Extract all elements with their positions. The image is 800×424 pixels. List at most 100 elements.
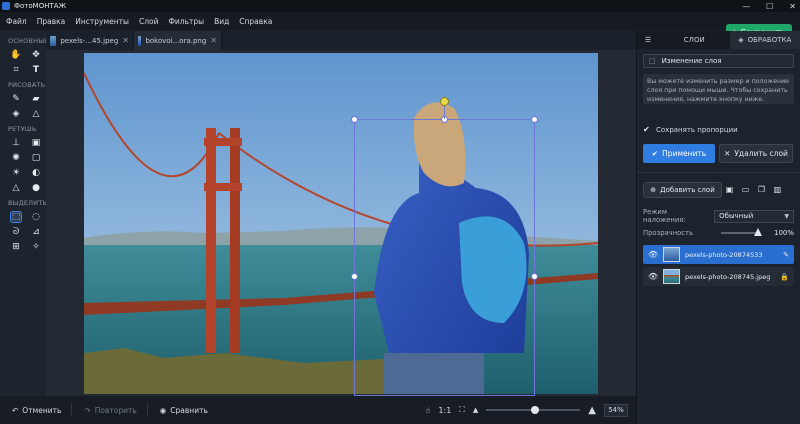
trash-icon[interactable]: ▥ bbox=[773, 184, 782, 195]
blend-mode-row: Режим наложения: Обычный ▼ bbox=[643, 208, 794, 224]
tool-panel: ОСНОВНЫЕ ✋ ✥ ⌗ T РИСОВАТЬ ✎ ▰ ◈ △ РЕТУШЬ… bbox=[0, 31, 48, 396]
polygon-lasso-icon[interactable]: ⊿ bbox=[31, 227, 41, 237]
menu-edit[interactable]: Правка bbox=[37, 17, 66, 26]
folder-icon[interactable]: ▭ bbox=[741, 184, 750, 195]
zoom-slider[interactable] bbox=[486, 406, 581, 414]
patch-tool-icon[interactable]: ▣ bbox=[31, 138, 41, 148]
tab-processing[interactable]: ◈ ОБРАБОТКА bbox=[729, 31, 800, 49]
eye-compare-icon: ◉ bbox=[159, 405, 167, 415]
lock-icon[interactable]: 🔒 bbox=[780, 273, 789, 281]
zoom-in-icon[interactable]: ▲ bbox=[588, 405, 596, 416]
edit-icon[interactable]: ✎ bbox=[783, 251, 789, 259]
change-layer-chip: ⬚ Изменение слоя bbox=[643, 54, 794, 68]
tab-layers[interactable]: СЛОИ bbox=[659, 31, 730, 49]
lasso-icon[interactable]: ᘐ bbox=[11, 227, 21, 237]
apply-label: Применить bbox=[662, 149, 707, 158]
rotation-line bbox=[444, 104, 445, 119]
text-tool-icon[interactable]: T bbox=[31, 65, 41, 75]
minimize-button[interactable]: — bbox=[742, 2, 750, 11]
fit-screen-icon[interactable]: ⛶ bbox=[459, 405, 465, 415]
opacity-slider-knob[interactable] bbox=[753, 228, 762, 236]
crop-tool-icon[interactable]: ⌗ bbox=[11, 65, 21, 75]
zoom-out-icon[interactable]: ▲ bbox=[473, 406, 478, 414]
contrast-tool-icon[interactable]: ◐ bbox=[31, 168, 41, 178]
blur-tool-icon[interactable]: ✺ bbox=[11, 153, 21, 163]
zoom-value[interactable]: 54% bbox=[604, 403, 628, 417]
menu-help[interactable]: Справка bbox=[239, 17, 272, 26]
layer-thumbnail bbox=[663, 269, 680, 284]
layer-name: pexels-photo-208745.jpeg bbox=[685, 272, 771, 281]
sun-tool-icon[interactable]: ☀ bbox=[11, 168, 21, 178]
doc-tab-1[interactable]: pexels-...45.jpeg ✕ bbox=[46, 31, 134, 50]
drop-tool-icon[interactable]: ● bbox=[31, 183, 41, 193]
compare-button[interactable]: ◉ Сравнить bbox=[160, 406, 208, 415]
close-tab-icon[interactable]: ✕ bbox=[122, 36, 129, 45]
zoom-slider-knob[interactable] bbox=[530, 406, 539, 414]
close-tab-icon[interactable]: ✕ bbox=[210, 36, 217, 45]
keep-proportions-checkbox[interactable]: ✔ Сохранять пропорции bbox=[643, 126, 738, 135]
blend-value: Обычный bbox=[719, 212, 754, 220]
transform-handle-tr[interactable] bbox=[531, 116, 538, 123]
opacity-row: Прозрачность 100% bbox=[643, 227, 794, 239]
doc-tab-label: pexels-...45.jpeg bbox=[60, 36, 119, 45]
shapes-tool-icon[interactable]: △ bbox=[31, 109, 41, 119]
brush-tool-icon[interactable]: ✎ bbox=[11, 94, 21, 104]
doc-tab-label: bokovoi...ora.png bbox=[145, 36, 207, 45]
transform-handle-ml[interactable] bbox=[351, 273, 358, 280]
layer-item[interactable]: 👁 pexels-photo-208745.jpeg 🔒 bbox=[643, 267, 794, 286]
redo-button[interactable]: ↷ Повторить bbox=[84, 406, 136, 415]
close-window-button[interactable]: ✕ bbox=[789, 2, 796, 11]
keep-proportions-label: Сохранять пропорции bbox=[656, 126, 738, 134]
opacity-slider[interactable] bbox=[721, 228, 762, 236]
hand-tool-icon[interactable]: ✋ bbox=[10, 50, 21, 60]
layer-image-icon[interactable]: ▣ bbox=[725, 184, 734, 195]
transform-handle-mr[interactable] bbox=[531, 273, 538, 280]
fill-tool-icon[interactable]: ◈ bbox=[11, 109, 21, 119]
transform-handle-tl[interactable] bbox=[351, 116, 358, 123]
menu-tools[interactable]: Инструменты bbox=[75, 17, 129, 26]
transform-box[interactable] bbox=[354, 119, 535, 396]
bridge-tower-beam-mid bbox=[204, 183, 242, 191]
x-icon: ✕ bbox=[724, 149, 731, 158]
move-tool-icon[interactable]: ✥ bbox=[31, 50, 41, 60]
change-layer-label: Изменение слоя bbox=[661, 57, 722, 65]
maximize-button[interactable]: ☐ bbox=[766, 2, 773, 11]
magic-select-icon[interactable]: ⊞ bbox=[11, 242, 21, 252]
compare-label: Сравнить bbox=[170, 405, 208, 415]
zoom-controls: ☝ 1:1 ⛶ ▲ ▲ 54% bbox=[426, 403, 628, 417]
eye-icon[interactable]: 👁 bbox=[648, 250, 658, 259]
magic-wand-icon[interactable]: ✧ bbox=[31, 242, 41, 252]
tab-thumbnail-icon bbox=[50, 35, 57, 46]
blend-label: Режим наложения: bbox=[643, 208, 686, 224]
undo-label: Отменить bbox=[22, 405, 62, 415]
tab-processing-label: ОБРАБОТКА bbox=[747, 36, 792, 44]
canvas-area[interactable] bbox=[46, 50, 636, 396]
rect-select-icon[interactable]: ⬚ bbox=[10, 211, 22, 223]
eraser-tool-icon[interactable]: ▰ bbox=[31, 94, 41, 104]
menu-filters[interactable]: Фильтры bbox=[168, 17, 204, 26]
delete-layer-button[interactable]: ✕ Удалить слой bbox=[719, 144, 793, 163]
doc-tab-2[interactable]: bokovoi...ora.png ✕ bbox=[134, 31, 222, 50]
layer-thumbnail bbox=[663, 247, 680, 262]
hand-gesture-icon[interactable]: ☝ bbox=[426, 406, 431, 415]
tool-section-select: ВЫДЕЛИТЬ bbox=[8, 199, 48, 207]
menu-view[interactable]: Вид bbox=[214, 17, 229, 26]
menu-layer[interactable]: Слой bbox=[139, 17, 159, 26]
layer-item[interactable]: 👁 pexels-photo-20874533 ✎ bbox=[643, 245, 794, 264]
apply-button[interactable]: ✔ Применить bbox=[643, 144, 715, 163]
menu-file[interactable]: Файл bbox=[6, 17, 27, 26]
triangle-tool-icon[interactable]: △ bbox=[11, 183, 21, 193]
add-layer-button[interactable]: ⊕ Добавить слой bbox=[643, 182, 722, 198]
stamp-tool-icon[interactable]: ⊥ bbox=[11, 138, 21, 148]
bridge-tower-right-leg bbox=[230, 128, 240, 353]
sliders-icon[interactable]: ☰ bbox=[637, 31, 659, 49]
blend-mode-select[interactable]: Обычный ▼ bbox=[714, 209, 794, 223]
rotation-handle[interactable] bbox=[440, 97, 449, 106]
title-bar: ФотоМОНТАЖ — ☐ ✕ bbox=[0, 0, 800, 12]
ratio-button[interactable]: 1:1 bbox=[438, 406, 451, 415]
sharpen-tool-icon[interactable]: ▢ bbox=[31, 153, 41, 163]
eye-icon[interactable]: 👁 bbox=[648, 272, 658, 281]
undo-button[interactable]: ↶ Отменить bbox=[12, 406, 61, 415]
duplicate-icon[interactable]: ❐ bbox=[757, 184, 766, 195]
ellipse-select-icon[interactable]: ◌ bbox=[31, 212, 41, 222]
